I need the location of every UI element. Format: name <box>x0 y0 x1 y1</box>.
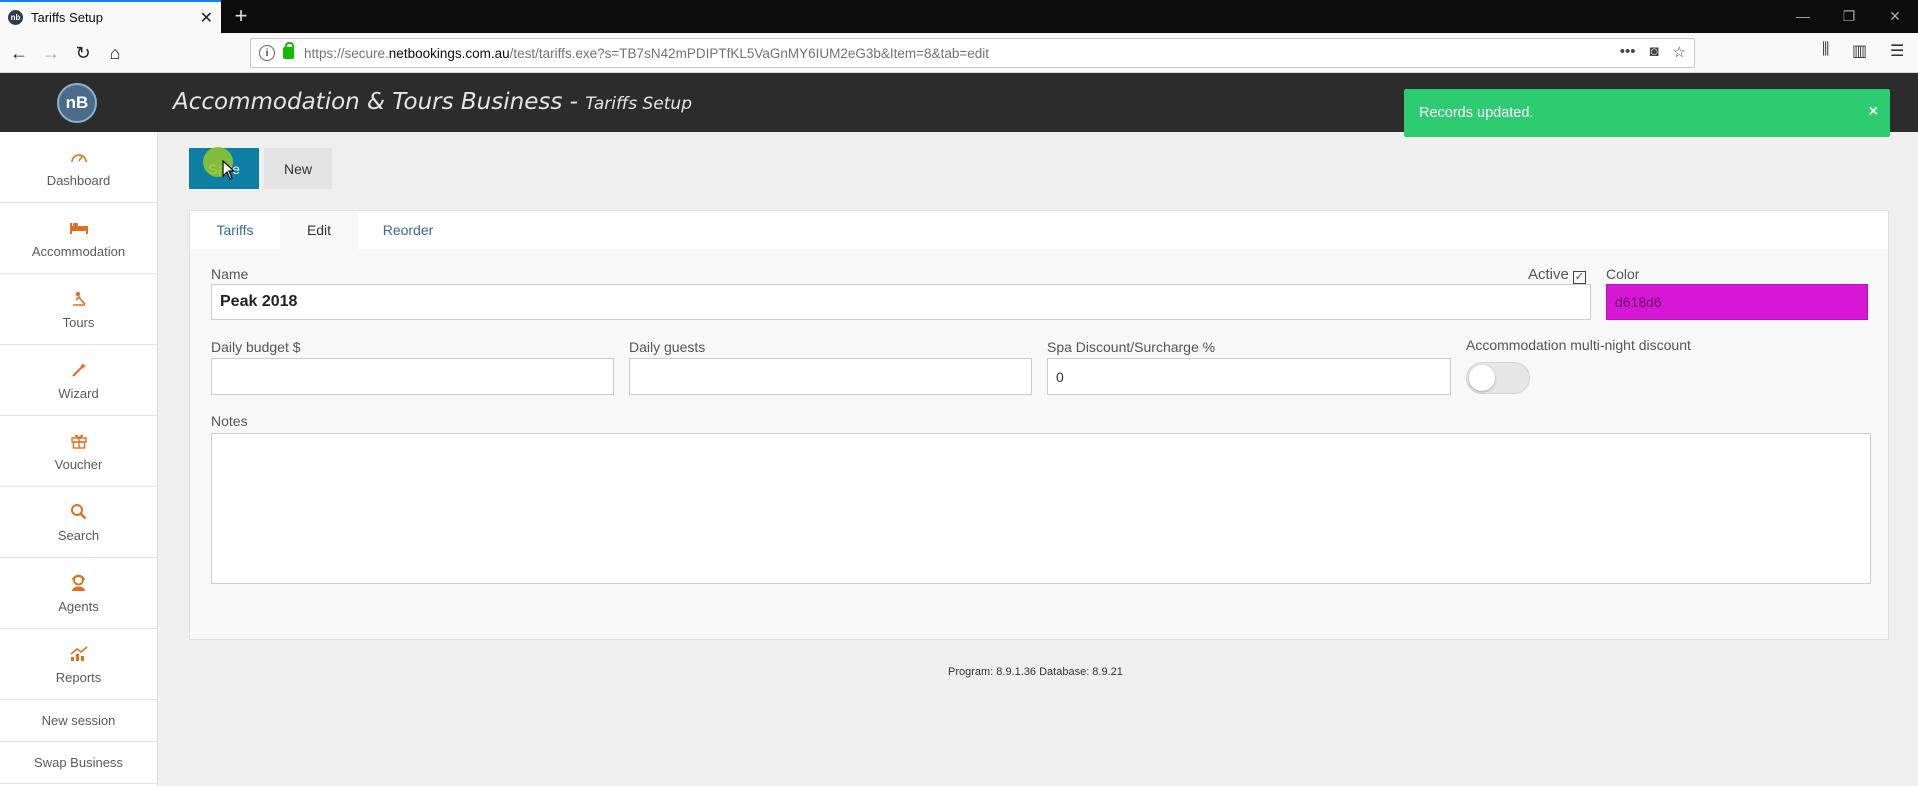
sidebar-item-label: Wizard <box>58 385 99 401</box>
bed-icon <box>69 218 89 238</box>
pocket-icon[interactable]: ◙ <box>1649 43 1658 61</box>
notes-textarea[interactable] <box>211 433 1871 584</box>
new-tab-button[interactable]: + <box>229 3 253 29</box>
sidebar-item-label: Dashboard <box>46 172 111 188</box>
color-field[interactable]: d618d6 <box>1606 284 1868 320</box>
toast-close-icon[interactable]: × <box>1869 103 1878 121</box>
app-logo[interactable]: nB <box>57 83 97 123</box>
toggle-knob <box>1469 365 1495 391</box>
search-icon <box>70 502 87 522</box>
spa-discount-field[interactable]: 0 <box>1047 358 1451 395</box>
edit-panel: Tariffs Edit Reorder Name Active ✓ Color … <box>189 210 1889 640</box>
spa-discount-label: Spa Discount/Surcharge % <box>1047 339 1216 355</box>
success-toast: Records updated. × <box>1404 89 1890 137</box>
notes-label: Notes <box>211 413 248 429</box>
sidebar-item-label: Voucher <box>54 456 103 472</box>
sidebar-item-search[interactable]: Search <box>0 487 157 558</box>
active-label: Active ✓ <box>1528 266 1586 284</box>
url-text[interactable]: https://secure.netbookings.com.au/test/t… <box>304 46 989 61</box>
menu-icon[interactable]: ☰ <box>1890 41 1904 61</box>
sidebar-item-voucher[interactable]: Voucher <box>0 416 157 487</box>
tab-edit[interactable]: Edit <box>280 211 358 249</box>
active-checkbox[interactable]: ✓ <box>1572 271 1586 284</box>
lock-icon <box>283 42 294 59</box>
dashboard-icon <box>70 147 88 167</box>
gift-icon <box>70 431 87 451</box>
browser-nav-bar: ← → ↻ ⌂ i https://secure.netbookings.com… <box>0 33 1918 73</box>
window-close-button[interactable]: ✕ <box>1872 0 1918 33</box>
sidebar-item-agents[interactable]: Agents <box>0 558 157 629</box>
sidebar-item-accommodation[interactable]: Accommodation <box>0 203 157 274</box>
sidebar-item-label: Tours <box>62 314 95 330</box>
swap-business-link[interactable]: Swap Business <box>0 742 157 784</box>
toast-message: Records updated. <box>1419 105 1534 121</box>
browser-tab[interactable]: nb Tariffs Setup ✕ <box>0 0 221 33</box>
new-session-link[interactable]: New session <box>0 700 157 742</box>
daily-guests-label: Daily guests <box>629 339 706 355</box>
sidebar-item-label: Accommodation <box>31 243 126 259</box>
reload-icon[interactable]: ↻ <box>70 40 96 66</box>
minimize-button[interactable]: — <box>1780 0 1826 33</box>
library-icon[interactable]: ⫼ <box>1822 41 1829 59</box>
sidebar-item-reports[interactable]: Reports <box>0 629 157 700</box>
home-icon[interactable]: ⌂ <box>102 40 128 66</box>
close-tab-icon[interactable]: ✕ <box>200 8 213 28</box>
name-field[interactable]: Peak 2018 <box>211 284 1591 320</box>
sidebar-toggle-icon[interactable]: ▥ <box>1852 41 1867 61</box>
bookmark-star-icon[interactable]: ☆ <box>1673 43 1686 61</box>
multinight-discount-toggle[interactable] <box>1466 362 1530 394</box>
tab-bar: Tariffs Edit Reorder <box>190 211 1888 249</box>
agent-icon <box>70 573 87 593</box>
daily-budget-field[interactable] <box>211 358 614 395</box>
back-icon[interactable]: ← <box>6 40 32 66</box>
forward-icon[interactable]: → <box>38 40 64 66</box>
name-label: Name <box>211 266 249 282</box>
sidebar-item-label: Search <box>57 527 100 543</box>
tours-icon <box>70 289 88 309</box>
url-bar[interactable]: i https://secure.netbookings.com.au/test… <box>250 38 1695 68</box>
sidebar-item-tours[interactable]: Tours <box>0 274 157 345</box>
chart-icon <box>69 644 88 664</box>
daily-guests-field[interactable] <box>629 358 1032 395</box>
tab-tariffs[interactable]: Tariffs <box>190 211 280 249</box>
sidebar: Dashboard Accommodation Tours Wizard Vou… <box>0 132 158 786</box>
page-actions-icon[interactable]: ••• <box>1620 43 1636 61</box>
new-button[interactable]: New <box>264 148 332 189</box>
tab-reorder[interactable]: Reorder <box>358 211 458 249</box>
favicon-icon: nb <box>8 10 23 25</box>
sidebar-item-label: Reports <box>55 669 102 685</box>
sidebar-item-dashboard[interactable]: Dashboard <box>0 132 157 203</box>
multinight-discount-label: Accommodation multi-night discount <box>1466 337 1691 353</box>
browser-tab-bar: nb Tariffs Setup ✕ + — ❐ ✕ <box>0 0 1918 33</box>
tab-title: Tariffs Setup <box>31 10 104 25</box>
info-icon[interactable]: i <box>259 45 275 61</box>
page-title: Accommodation & Tours Business - Tariffs… <box>173 89 692 115</box>
version-info: Program: 8.9.1.36 Database: 8.9.21 <box>948 666 1123 678</box>
color-label: Color <box>1606 266 1640 282</box>
sidebar-item-wizard[interactable]: Wizard <box>0 345 157 416</box>
restore-button[interactable]: ❐ <box>1826 0 1872 33</box>
sidebar-item-label: Agents <box>58 598 99 614</box>
mouse-cursor-icon <box>222 159 236 185</box>
wand-icon <box>71 360 87 380</box>
daily-budget-label: Daily budget $ <box>211 339 301 355</box>
